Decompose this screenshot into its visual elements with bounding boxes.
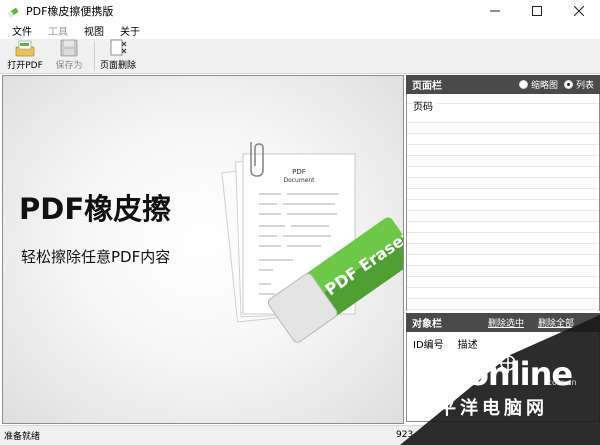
minimize-icon — [490, 10, 500, 12]
watermark-brand: PConline — [422, 355, 573, 393]
open-pdf-button[interactable]: 打开PDF — [6, 39, 44, 73]
document-canvas[interactable]: PDF橡皮擦 轻松擦除任意PDF内容 PDF Document PDF Eras… — [2, 75, 404, 424]
list-view-label: 列表 — [575, 81, 594, 91]
page-delete-icon — [108, 39, 128, 57]
menu-tools[interactable]: 工具 — [40, 23, 76, 38]
page-delete-label: 页面删除 — [99, 61, 136, 71]
menu-view[interactable]: 视图 — [76, 23, 112, 38]
thumbnail-view-label: 缩略图 — [530, 81, 558, 91]
menu-bar: 文件 工具 视图 关于 — [0, 22, 600, 39]
list-view-radio[interactable]: 列表 — [563, 78, 594, 91]
page-panel-header: 页面栏 缩略图 列表 — [406, 75, 600, 94]
save-icon — [59, 39, 79, 57]
save-as-label: 保存为 — [55, 61, 83, 71]
thumbnail-radio-dot — [518, 80, 528, 89]
list-radio-dot — [563, 80, 573, 89]
page-panel-title: 页面栏 — [412, 81, 442, 92]
menu-file[interactable]: 文件 — [4, 23, 40, 38]
pdf-eraser-illustration: PDF Document PDF Eraser — [221, 142, 403, 343]
doc-heading: PDF — [292, 168, 306, 176]
menu-about[interactable]: 关于 — [112, 23, 148, 38]
status-text: 准备就绪 — [4, 432, 41, 442]
close-button[interactable] — [558, 0, 600, 22]
thumbnail-view-radio[interactable]: 缩略图 — [518, 78, 558, 91]
open-pdf-label: 打开PDF — [7, 61, 43, 71]
page-number-column-header[interactable]: 页码 — [413, 98, 437, 113]
doc-subheading: Document — [283, 177, 315, 184]
toolbar-separator — [94, 41, 95, 71]
title-bar: PDF橡皮擦便携版 — [0, 0, 600, 22]
open-pdf-icon — [15, 39, 35, 57]
save-as-button[interactable]: 保存为 — [50, 39, 88, 73]
page-list[interactable]: 页码 — [406, 94, 600, 311]
window-title: PDF橡皮擦便携版 — [26, 5, 114, 18]
watermark-cn-brand: 太平洋电脑网 — [416, 398, 548, 419]
maximize-button[interactable] — [516, 0, 558, 22]
app-icon — [6, 4, 20, 18]
minimize-button[interactable] — [474, 0, 516, 22]
splash-subtitle: 轻松擦除任意PDF内容 — [21, 248, 171, 266]
maximize-icon — [532, 6, 542, 16]
toolbar: 打开PDF 保存为 页面删除 — [0, 39, 600, 74]
watermark-domain: .com.cn — [545, 378, 577, 387]
close-icon — [574, 6, 584, 16]
page-delete-button[interactable]: 页面删除 — [99, 39, 137, 73]
splash-title: PDF橡皮擦 — [19, 192, 172, 226]
